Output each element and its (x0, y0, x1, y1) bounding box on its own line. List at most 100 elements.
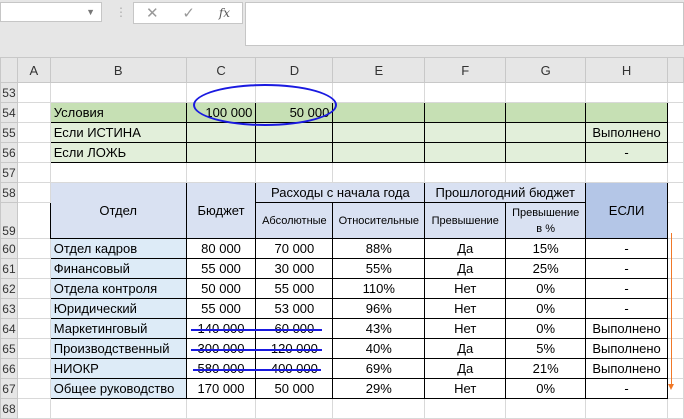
excess-pct-cell[interactable]: 15% (505, 238, 587, 259)
excess-cell[interactable]: Да (424, 258, 507, 279)
header-excess-pct[interactable]: Превышение в % (505, 202, 587, 239)
row-header[interactable]: 58 (0, 182, 18, 203)
excess-cell[interactable]: Нет (424, 378, 507, 399)
select-all-corner[interactable] (0, 57, 18, 83)
dept-cell[interactable]: НИОКР (49, 358, 187, 379)
formula-buttons: ✕ ✓ fx (133, 2, 243, 24)
dept-cell[interactable]: Маркетинговый (49, 318, 187, 339)
column-header-h[interactable]: H (585, 57, 669, 83)
excess-pct-cell[interactable]: 5% (505, 338, 587, 359)
column-header-e[interactable]: E (332, 57, 426, 83)
excess-pct-cell[interactable]: 0% (505, 378, 587, 399)
if-false-value[interactable]: - (585, 142, 669, 163)
if-result-cell[interactable]: - (585, 278, 669, 299)
drag-handle[interactable]: ⋮ (115, 5, 127, 19)
row-header[interactable]: 60 (0, 238, 18, 259)
condition-budget[interactable]: 100 000 (185, 102, 257, 123)
excess-cell[interactable]: Нет (424, 278, 507, 299)
row-header[interactable]: 66 (0, 358, 18, 379)
absolute-cell[interactable]: 55 000 (255, 278, 334, 299)
header-last-year[interactable]: Прошлогодний бюджет (424, 182, 587, 203)
absolute-cell[interactable]: 70 000 (255, 238, 334, 259)
relative-cell[interactable]: 40% (332, 338, 426, 359)
row-header[interactable]: 61 (0, 258, 18, 279)
chevron-down-icon[interactable]: ▼ (86, 7, 95, 17)
header-budget[interactable]: Бюджет (185, 182, 257, 239)
dept-cell[interactable]: Финансовый (49, 258, 187, 279)
excess-pct-cell[interactable]: 0% (505, 278, 587, 299)
excess-pct-cell[interactable]: 21% (505, 358, 587, 379)
formula-bar[interactable] (245, 2, 684, 46)
budget-cell[interactable]: 170 000 (185, 378, 257, 399)
row-header[interactable]: 63 (0, 298, 18, 319)
row-header[interactable]: 67 (0, 378, 18, 399)
relative-cell[interactable]: 88% (332, 238, 426, 259)
budget-cell[interactable]: 80 000 (185, 238, 257, 259)
dept-cell[interactable]: Отдел кадров (49, 238, 187, 259)
relative-cell[interactable]: 55% (332, 258, 426, 279)
column-header-f[interactable]: F (424, 57, 507, 83)
conditions-label[interactable]: Условия (49, 102, 187, 123)
excess-pct-cell[interactable]: 0% (505, 298, 587, 319)
cancel-icon[interactable]: ✕ (146, 4, 159, 22)
dept-cell[interactable]: Общее руководство (49, 378, 187, 399)
absolute-cell[interactable]: 53 000 (255, 298, 334, 319)
if-result-cell[interactable]: - (585, 238, 669, 259)
dept-cell[interactable]: Отдела контроля (49, 278, 187, 299)
excess-cell[interactable]: Да (424, 338, 507, 359)
excess-pct-cell[interactable]: 25% (505, 258, 587, 279)
absolute-cell[interactable]: 30 000 (255, 258, 334, 279)
header-excess[interactable]: Превышение (424, 202, 507, 239)
excess-pct-cell[interactable]: 0% (505, 318, 587, 339)
dept-cell[interactable]: Юридический (49, 298, 187, 319)
if-result-cell[interactable]: - (585, 378, 669, 399)
if-result-cell[interactable]: Выполнено (585, 338, 669, 359)
budget-cell[interactable]: 55 000 (185, 298, 257, 319)
if-result-cell[interactable]: - (585, 258, 669, 279)
condition-expenses[interactable]: 50 000 (255, 102, 334, 123)
column-header-g[interactable]: G (505, 57, 587, 83)
column-header-c[interactable]: C (185, 57, 257, 83)
spreadsheet-grid[interactable]: A B C D E F G H 53 54 Условия 100 000 50… (0, 57, 684, 419)
budget-cell[interactable]: 50 000 (185, 278, 257, 299)
if-result-cell[interactable]: Выполнено (585, 358, 669, 379)
row-header[interactable]: 56 (0, 142, 18, 163)
excess-cell[interactable]: Да (424, 358, 507, 379)
relative-cell[interactable]: 69% (332, 358, 426, 379)
row-header[interactable]: 64 (0, 318, 18, 339)
relative-cell[interactable]: 110% (332, 278, 426, 299)
header-dept[interactable]: Отдел (49, 182, 187, 239)
row-header[interactable]: 54 (0, 102, 18, 123)
row-header[interactable]: 65 (0, 338, 18, 359)
row-header[interactable]: 68 (0, 398, 18, 419)
row-header[interactable]: 59 (0, 202, 18, 239)
column-header-b[interactable]: B (49, 57, 187, 83)
header-relative[interactable]: Относительные (332, 202, 426, 239)
if-true-label[interactable]: Если ИСТИНА (49, 122, 187, 143)
excess-cell[interactable]: Нет (424, 298, 507, 319)
row-header[interactable]: 53 (0, 82, 18, 103)
column-header-a[interactable]: A (16, 57, 51, 83)
column-header-d[interactable]: D (255, 57, 334, 83)
relative-cell[interactable]: 43% (332, 318, 426, 339)
if-result-cell[interactable]: - (585, 298, 669, 319)
relative-cell[interactable]: 96% (332, 298, 426, 319)
dept-cell[interactable]: Производственный (49, 338, 187, 359)
header-absolute[interactable]: Абсолютные (255, 202, 334, 239)
if-result-cell[interactable]: Выполнено (585, 318, 669, 339)
insert-function-icon[interactable]: fx (219, 6, 230, 20)
budget-cell[interactable]: 55 000 (185, 258, 257, 279)
if-false-label[interactable]: Если ЛОЖЬ (49, 142, 187, 163)
row-header[interactable]: 55 (0, 122, 18, 143)
if-true-value[interactable]: Выполнено (585, 122, 669, 143)
header-expenses[interactable]: Расходы с начала года (255, 182, 426, 203)
absolute-cell[interactable]: 50 000 (255, 378, 334, 399)
excess-cell[interactable]: Да (424, 238, 507, 259)
enter-icon[interactable]: ✓ (182, 4, 195, 22)
row-header[interactable]: 62 (0, 278, 18, 299)
header-if[interactable]: ЕСЛИ (585, 182, 669, 239)
row-header[interactable]: 57 (0, 162, 18, 183)
relative-cell[interactable]: 29% (332, 378, 426, 399)
excess-cell[interactable]: Нет (424, 318, 507, 339)
name-box[interactable]: ▼ (0, 2, 102, 22)
